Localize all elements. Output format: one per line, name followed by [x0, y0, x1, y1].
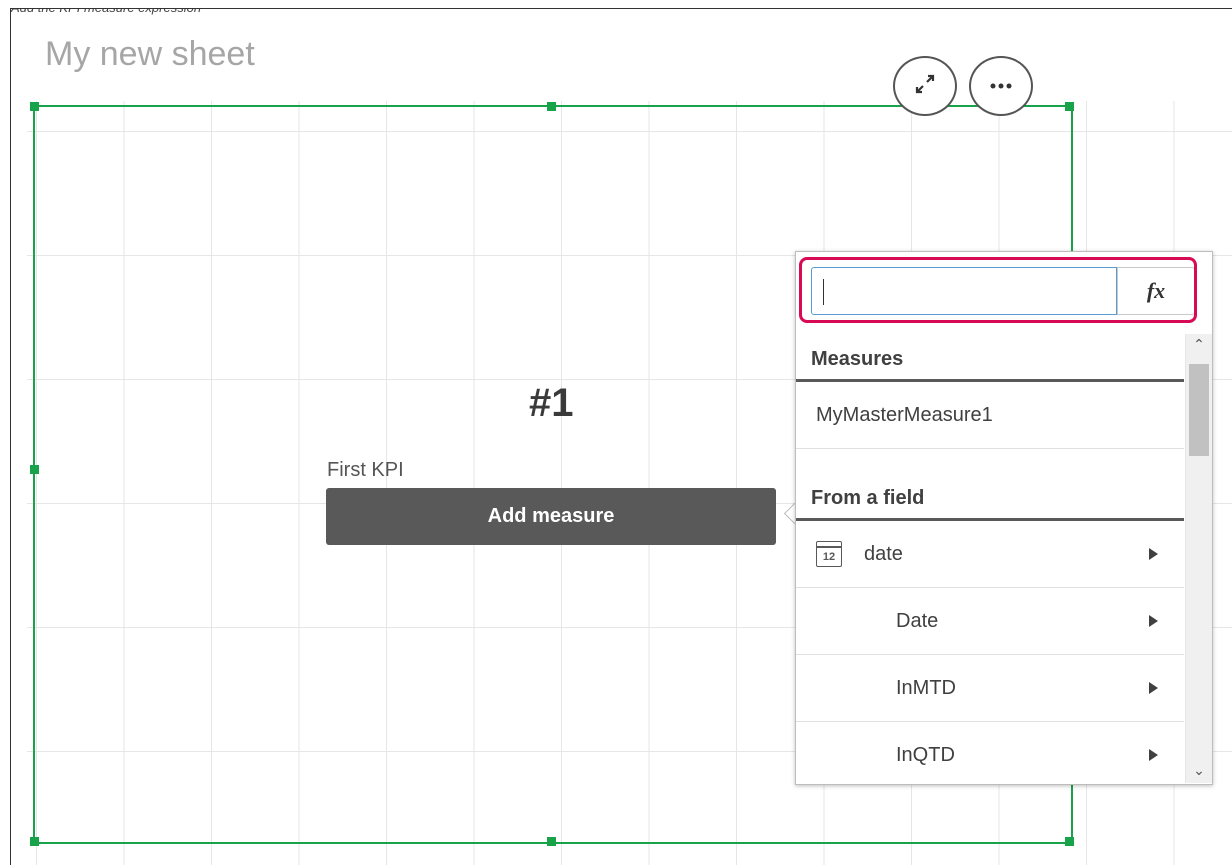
- resize-handle-left[interactable]: [30, 465, 39, 474]
- resize-handle-top-left[interactable]: [30, 102, 39, 111]
- list-item-field-inqtd[interactable]: InQTD: [796, 722, 1184, 783]
- kpi-label[interactable]: First KPI: [327, 459, 404, 482]
- list-item-field-date[interactable]: 12 date: [796, 521, 1184, 588]
- scroll-down-icon[interactable]: ⌄: [1186, 762, 1212, 779]
- more-options-icon: [988, 77, 1014, 95]
- caption-text: Add the KPI measure expression: [11, 9, 201, 16]
- resize-handle-top-right[interactable]: [1065, 102, 1074, 111]
- expand-button[interactable]: [893, 56, 957, 116]
- resize-handle-bottom[interactable]: [547, 837, 556, 846]
- resize-handle-bottom-left[interactable]: [30, 837, 39, 846]
- more-options-button[interactable]: [969, 56, 1033, 116]
- list-item-label: date: [864, 542, 903, 565]
- resize-handle-top[interactable]: [547, 102, 556, 111]
- expand-icon: [912, 71, 938, 102]
- expand-arrow-icon[interactable]: [1149, 682, 1158, 694]
- list-item-field-date-sub[interactable]: Date: [796, 588, 1184, 655]
- kpi-value: #1: [529, 381, 574, 425]
- list-item-master-measure[interactable]: MyMasterMeasure1: [796, 382, 1184, 449]
- add-measure-button[interactable]: Add measure: [326, 488, 776, 545]
- expand-arrow-icon[interactable]: [1149, 615, 1158, 627]
- list-item-label: Date: [896, 609, 939, 632]
- search-highlight-frame: [799, 257, 1197, 323]
- list-scrollbar[interactable]: ⌃ ⌄: [1185, 334, 1212, 783]
- scroll-thumb[interactable]: [1189, 364, 1209, 456]
- list-item-field-inmtd[interactable]: InMTD: [796, 655, 1184, 722]
- expand-arrow-icon[interactable]: [1149, 749, 1158, 761]
- measure-list: Measures MyMasterMeasure1 From a field 1…: [796, 334, 1184, 783]
- measure-picker-popover: fx Measures MyMasterMeasure1 From a fiel…: [795, 251, 1213, 785]
- calendar-icon: 12: [816, 541, 842, 567]
- scroll-up-icon[interactable]: ⌃: [1186, 336, 1212, 353]
- resize-handle-bottom-right[interactable]: [1065, 837, 1074, 846]
- section-header-from-field: From a field: [796, 449, 1184, 521]
- sheet-title[interactable]: My new sheet: [45, 35, 255, 74]
- expand-arrow-icon[interactable]: [1149, 548, 1158, 560]
- screenshot-frame: Add the KPI measure expression My new sh…: [10, 8, 1232, 865]
- list-item-label: InMTD: [896, 676, 956, 699]
- list-item-label: MyMasterMeasure1: [816, 403, 993, 426]
- list-item-label: InQTD: [896, 743, 955, 766]
- section-header-measures: Measures: [796, 334, 1184, 382]
